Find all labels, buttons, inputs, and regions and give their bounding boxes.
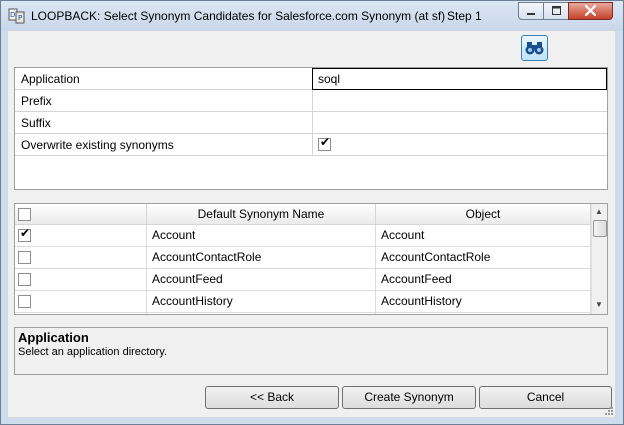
dialog-client-area: Application soql Prefix Suffix Overwrite… [8, 31, 615, 417]
checkmark-icon: ✔ [20, 226, 31, 240]
scrollbar-thumb[interactable] [593, 220, 607, 237]
back-button[interactable]: << Back [205, 386, 339, 409]
synonym-name-cell: AccountHistory [147, 291, 376, 312]
property-row-application: Application soql [15, 68, 607, 90]
minimize-icon [527, 13, 535, 15]
cancel-button[interactable]: Cancel [479, 386, 612, 409]
table-row[interactable] [15, 313, 591, 314]
close-button[interactable] [568, 2, 613, 20]
select-cell: ✔ [15, 225, 147, 246]
close-icon [584, 4, 597, 17]
property-label: Application [21, 72, 80, 86]
minimize-button[interactable] [518, 2, 544, 20]
help-panel: Application Select an application direct… [14, 327, 608, 375]
overwrite-cell: ✔ [312, 134, 607, 155]
synonym-grid: Default Synonym Name Object ✔ Account Ac… [14, 203, 608, 315]
synonym-name-cell: AccountFeed [147, 269, 376, 290]
checkmark-icon: ✔ [320, 135, 331, 149]
grid-vertical-scrollbar[interactable]: ▲ ▼ [591, 204, 607, 314]
select-cell [15, 269, 147, 290]
svg-text:P: P [18, 14, 22, 22]
row-checkbox[interactable] [18, 295, 31, 308]
table-row[interactable]: ✔ Account Account [15, 225, 591, 247]
column-header-object[interactable]: Object [376, 204, 591, 225]
select-cell [15, 247, 147, 268]
row-checkbox[interactable] [18, 251, 31, 264]
resize-grip-icon[interactable] [604, 406, 614, 416]
row-checkbox[interactable]: ✔ [18, 226, 31, 242]
dialog-window: D P LOOPBACK: Select Synonym Candidates … [0, 0, 624, 425]
property-label: Suffix [21, 116, 51, 130]
property-row-prefix: Prefix [15, 90, 607, 112]
property-row-overwrite: Overwrite existing synonyms ✔ [15, 134, 607, 156]
column-header-default-synonym-name[interactable]: Default Synonym Name [147, 204, 376, 225]
table-row[interactable]: AccountFeed AccountFeed [15, 269, 591, 291]
scroll-down-icon[interactable]: ▼ [595, 300, 603, 309]
property-label: Overwrite existing synonyms [21, 138, 174, 152]
maximize-button[interactable] [543, 2, 569, 20]
help-text: Select an application directory. [18, 346, 167, 358]
synonym-name-cell: AccountContactRole [147, 247, 376, 268]
property-row-suffix: Suffix [15, 112, 607, 134]
title-bar[interactable]: D P LOOPBACK: Select Synonym Candidates … [1, 1, 623, 31]
select-cell [15, 313, 147, 314]
select-cell [15, 291, 147, 312]
properties-panel: Application soql Prefix Suffix Overwrite… [14, 67, 608, 190]
synonym-app-icon: D P [8, 8, 25, 24]
overwrite-checkbox[interactable]: ✔ [318, 135, 331, 151]
synonym-name-cell: Account [147, 225, 376, 246]
object-cell: AccountHistory [376, 291, 591, 312]
prefix-input[interactable] [312, 90, 607, 111]
create-synonym-button[interactable]: Create Synonym [342, 386, 476, 409]
suffix-input[interactable] [312, 112, 607, 133]
object-cell: Account [376, 225, 591, 246]
object-cell: AccountFeed [376, 269, 591, 290]
synonym-name-cell [147, 313, 376, 314]
scroll-up-icon[interactable]: ▲ [595, 207, 603, 216]
grid-header: Default Synonym Name Object [15, 204, 591, 225]
table-row[interactable]: AccountHistory AccountHistory [15, 291, 591, 313]
row-checkbox[interactable] [18, 273, 31, 286]
binoculars-icon [525, 42, 544, 55]
select-all-checkbox[interactable] [18, 208, 31, 221]
window-title: LOOPBACK: Select Synonym Candidates for … [31, 9, 446, 23]
application-input[interactable]: soql [312, 68, 607, 90]
object-cell [376, 313, 591, 314]
help-title: Application [18, 330, 89, 345]
svg-text:D: D [10, 11, 15, 19]
property-label: Prefix [21, 94, 52, 108]
object-cell: AccountContactRole [376, 247, 591, 268]
select-column-header[interactable] [15, 204, 147, 225]
find-button[interactable] [521, 35, 548, 61]
maximize-icon [552, 6, 561, 15]
step-label: Step 1 [447, 9, 482, 23]
table-row[interactable]: AccountContactRole AccountContactRole [15, 247, 591, 269]
application-value: soql [318, 72, 341, 86]
